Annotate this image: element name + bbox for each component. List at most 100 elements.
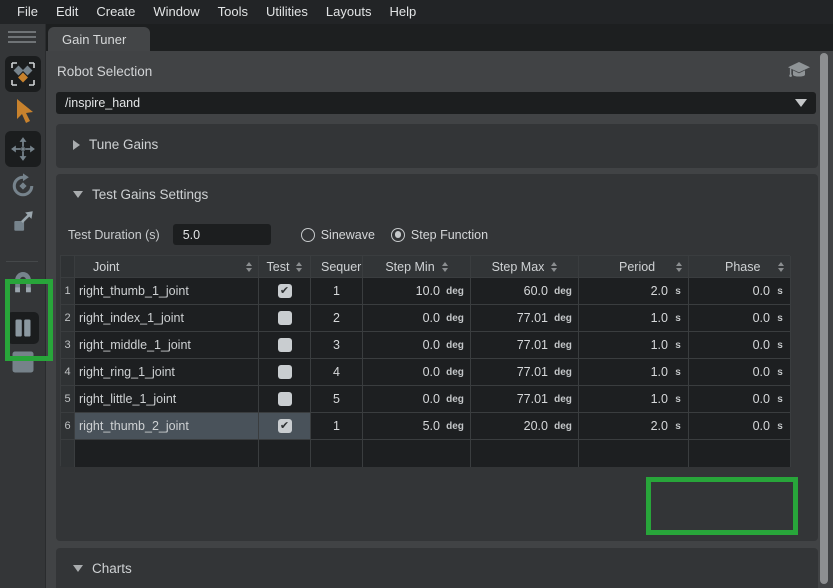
joint-name-cell[interactable]: right_little_1_joint bbox=[75, 386, 259, 413]
period-cell[interactable]: 1.0s bbox=[579, 332, 689, 359]
scale-icon bbox=[10, 208, 36, 234]
test-checkbox[interactable] bbox=[278, 311, 292, 325]
step-min-cell[interactable]: 10.0deg bbox=[363, 278, 471, 305]
table-row: 2 right_index_1_joint 2 0.0deg 77.01deg … bbox=[61, 305, 789, 332]
step-min-cell[interactable]: 0.0deg bbox=[363, 332, 471, 359]
charts-header[interactable]: Charts bbox=[56, 548, 818, 576]
sequence-cell[interactable]: 1 bbox=[311, 278, 363, 305]
row-index[interactable]: 4 bbox=[61, 359, 75, 386]
radio-sinewave[interactable]: Sinewave bbox=[301, 228, 375, 242]
period-cell[interactable]: 1.0s bbox=[579, 305, 689, 332]
deg-unit-label: deg bbox=[440, 394, 470, 405]
step-min-value: 0.0 bbox=[423, 338, 440, 352]
sequence-cell[interactable]: 5 bbox=[311, 386, 363, 413]
section-charts: Charts bbox=[56, 548, 818, 588]
period-cell[interactable]: 2.0s bbox=[579, 413, 689, 440]
row-index[interactable]: 3 bbox=[61, 332, 75, 359]
column-header-step-min[interactable]: Step Min bbox=[363, 256, 471, 278]
row-index[interactable]: 1 bbox=[61, 278, 75, 305]
column-header-joint[interactable]: Joint bbox=[75, 256, 259, 278]
step-max-cell[interactable]: 77.01deg bbox=[471, 305, 579, 332]
radio-step-function[interactable]: Step Function bbox=[391, 228, 488, 242]
menu-window[interactable]: Window bbox=[144, 0, 208, 24]
collapsed-arrow-icon bbox=[73, 140, 80, 150]
phase-cell[interactable]: 0.0s bbox=[689, 413, 791, 440]
step-max-cell[interactable]: 60.0deg bbox=[471, 278, 579, 305]
menu-layouts[interactable]: Layouts bbox=[317, 0, 381, 24]
step-max-cell[interactable]: 20.0deg bbox=[471, 413, 579, 440]
empty-cell bbox=[363, 440, 471, 467]
step-min-cell[interactable]: 0.0deg bbox=[363, 359, 471, 386]
sequence-cell[interactable]: 4 bbox=[311, 359, 363, 386]
test-checkbox[interactable] bbox=[278, 338, 292, 352]
rotate-tool-icon[interactable] bbox=[8, 170, 38, 202]
test-gains-header[interactable]: Test Gains Settings bbox=[56, 174, 818, 202]
step-min-cell[interactable]: 0.0deg bbox=[363, 386, 471, 413]
tutorial-button[interactable] bbox=[786, 59, 812, 83]
empty-cell bbox=[311, 440, 363, 467]
row-index[interactable]: 2 bbox=[61, 305, 75, 332]
column-header-step-max[interactable]: Step Max bbox=[471, 256, 579, 278]
column-header-period[interactable]: Period bbox=[579, 256, 689, 278]
step-min-value: 0.0 bbox=[423, 392, 440, 406]
period-value: 1.0 bbox=[651, 338, 668, 352]
step-min-value: 5.0 bbox=[423, 419, 440, 433]
tune-gains-header[interactable]: Tune Gains bbox=[56, 124, 818, 152]
step-max-cell[interactable]: 77.01deg bbox=[471, 386, 579, 413]
period-cell[interactable]: 1.0s bbox=[579, 386, 689, 413]
move-tool-icon[interactable] bbox=[5, 131, 41, 167]
joint-name-cell[interactable]: right_middle_1_joint bbox=[75, 332, 259, 359]
menu-help[interactable]: Help bbox=[380, 0, 425, 24]
menu-tools[interactable]: Tools bbox=[209, 0, 257, 24]
row-index[interactable]: 5 bbox=[61, 386, 75, 413]
empty-cell bbox=[259, 440, 311, 467]
row-index[interactable]: 6 bbox=[61, 413, 75, 440]
test-checkbox[interactable]: ✔ bbox=[278, 284, 292, 298]
phase-cell[interactable]: 0.0s bbox=[689, 305, 791, 332]
menu-create[interactable]: Create bbox=[87, 0, 144, 24]
test-duration-input[interactable] bbox=[173, 224, 271, 245]
phase-cell[interactable]: 0.0s bbox=[689, 359, 791, 386]
phase-cell[interactable]: 0.0s bbox=[689, 278, 791, 305]
step-min-cell[interactable]: 0.0deg bbox=[363, 305, 471, 332]
step-max-cell[interactable]: 77.01deg bbox=[471, 359, 579, 386]
phase-value: 0.0 bbox=[753, 338, 770, 352]
sec-unit-label: s bbox=[770, 340, 790, 351]
robot-select-dropdown[interactable]: /inspire_hand bbox=[56, 92, 816, 114]
cursor-select-tool-icon[interactable] bbox=[10, 96, 36, 126]
step-min-value: 0.0 bbox=[423, 311, 440, 325]
test-cell bbox=[259, 305, 311, 332]
menu-file[interactable]: File bbox=[8, 0, 47, 24]
deg-unit-label: deg bbox=[440, 367, 470, 378]
phase-cell[interactable]: 0.0s bbox=[689, 332, 791, 359]
joint-name-cell[interactable]: right_thumb_1_joint bbox=[75, 278, 259, 305]
period-cell[interactable]: 2.0s bbox=[579, 278, 689, 305]
sequence-header-label: Sequer bbox=[321, 260, 361, 274]
sequence-cell[interactable]: 2 bbox=[311, 305, 363, 332]
column-header-test[interactable]: Test bbox=[259, 256, 311, 278]
sequence-cell[interactable]: 1 bbox=[311, 413, 363, 440]
step-max-cell[interactable]: 77.01deg bbox=[471, 332, 579, 359]
joint-name-cell[interactable]: right_index_1_joint bbox=[75, 305, 259, 332]
vertical-scrollbar[interactable] bbox=[820, 53, 828, 584]
chevron-down-icon bbox=[795, 99, 807, 107]
test-checkbox[interactable] bbox=[278, 365, 292, 379]
menu-edit[interactable]: Edit bbox=[47, 0, 87, 24]
select-mode-icon[interactable] bbox=[5, 56, 41, 92]
test-checkbox[interactable]: ✔ bbox=[278, 419, 292, 433]
joint-name-cell[interactable]: right_thumb_2_joint bbox=[75, 413, 259, 440]
toolbar-menu-icon[interactable] bbox=[8, 30, 36, 44]
sequence-cell[interactable]: 3 bbox=[311, 332, 363, 359]
tab-gain-tuner[interactable]: Gain Tuner bbox=[48, 27, 150, 51]
period-cell[interactable]: 1.0s bbox=[579, 359, 689, 386]
column-header-sequence[interactable]: Sequer bbox=[311, 256, 363, 278]
phase-cell[interactable]: 0.0s bbox=[689, 386, 791, 413]
joint-name-cell[interactable]: right_ring_1_joint bbox=[75, 359, 259, 386]
joint-table: Joint Test Sequer Step Min bbox=[60, 255, 790, 466]
sec-unit-label: s bbox=[668, 340, 688, 351]
step-min-cell[interactable]: 5.0deg bbox=[363, 413, 471, 440]
scale-tool-icon[interactable] bbox=[9, 207, 37, 235]
menu-utilities[interactable]: Utilities bbox=[257, 0, 317, 24]
column-header-phase[interactable]: Phase bbox=[689, 256, 791, 278]
test-checkbox[interactable] bbox=[278, 392, 292, 406]
